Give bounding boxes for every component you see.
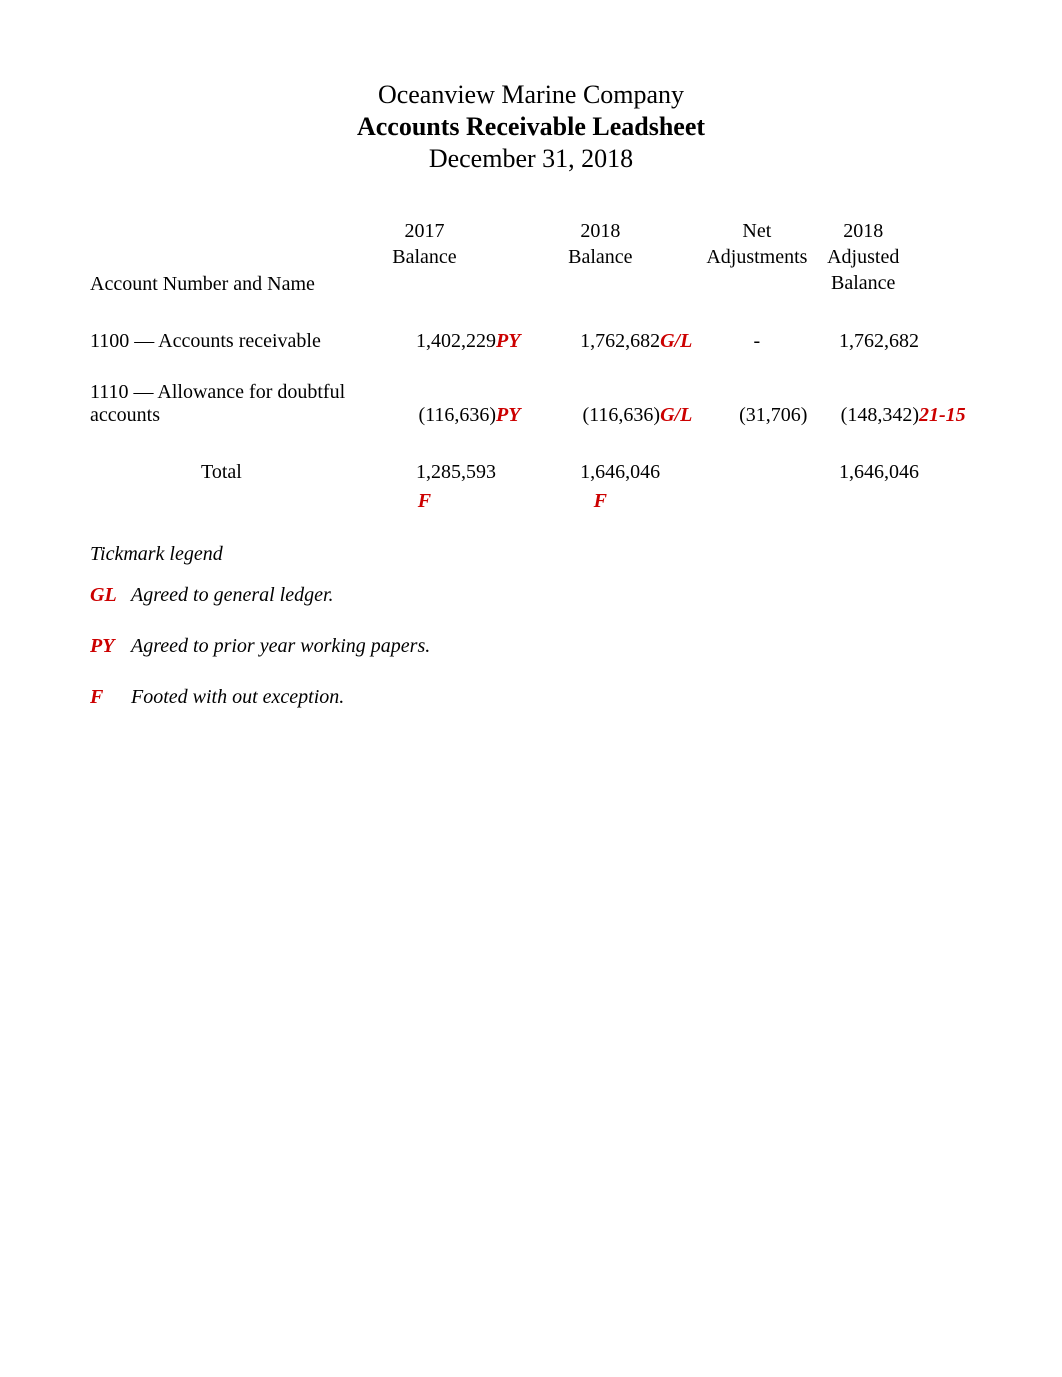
- legend-item: GL Agreed to general ledger.: [90, 584, 972, 607]
- account-name: 1100 — Accounts receivable: [90, 316, 353, 367]
- tickmark-py: PY: [496, 404, 520, 426]
- total-label: Total: [90, 441, 353, 490]
- col-header-account: Account Number and Name: [90, 214, 353, 316]
- foot-row: F F: [90, 490, 972, 513]
- col-header-adjusted-balance: 2018 Adjusted Balance: [807, 214, 919, 316]
- col-header-2018: 2018 Balance: [541, 214, 660, 316]
- legend-code-py: PY: [90, 635, 126, 658]
- tickmark-foot: F: [353, 490, 496, 513]
- adjusted-balance: 1,762,682: [807, 316, 919, 367]
- table-row: 1110 — Allowance for doubtful accounts (…: [90, 367, 972, 441]
- total-2017: 1,285,593: [353, 441, 496, 490]
- col-header-2017: 2017 Balance: [353, 214, 496, 316]
- legend-item: F Footed with out exception.: [90, 686, 972, 709]
- legend-text: Agreed to general ledger.: [131, 584, 334, 606]
- col-header-2017-year: 2017: [404, 218, 444, 244]
- col-header-adjbal-line1: 2018: [843, 218, 883, 244]
- legend-item: PY Agreed to prior year working papers.: [90, 635, 972, 658]
- legend-code-gl: GL: [90, 584, 126, 607]
- leadsheet-table: Account Number and Name 2017 Balance 201…: [90, 214, 972, 513]
- col-header-2017-label: Balance: [392, 244, 456, 270]
- report-title: Accounts Receivable Leadsheet: [90, 112, 972, 142]
- balance-2018: 1,762,682: [541, 316, 660, 367]
- legend-text: Agreed to prior year working papers.: [131, 635, 430, 657]
- company-name: Oceanview Marine Company: [90, 80, 972, 110]
- col-header-adj-line1: Net: [742, 218, 771, 244]
- balance-2017: (116,636): [353, 367, 496, 441]
- col-header-adjustments: Net Adjustments: [706, 214, 807, 316]
- tickmark-gl: G/L: [660, 330, 692, 352]
- net-adjustment: -: [706, 316, 807, 367]
- report-header: Oceanview Marine Company Accounts Receiv…: [90, 80, 972, 174]
- balance-2018: (116,636): [541, 367, 660, 441]
- col-header-adjbal-line3: Balance: [831, 270, 895, 296]
- column-header-row: Account Number and Name 2017 Balance 201…: [90, 214, 972, 316]
- tickmark-py: PY: [496, 330, 520, 352]
- legend-code-f: F: [90, 686, 126, 709]
- col-header-2018-label: Balance: [568, 244, 632, 270]
- legend-title: Tickmark legend: [90, 543, 972, 566]
- total-adjusted: 1,646,046: [807, 441, 919, 490]
- account-name: 1110 — Allowance for doubtful accounts: [90, 367, 353, 441]
- tickmark-gl: G/L: [660, 404, 692, 426]
- workpaper-ref: 21-15: [919, 404, 966, 426]
- col-header-2018-year: 2018: [580, 218, 620, 244]
- legend-text: Footed with out exception.: [131, 686, 344, 708]
- tickmark-legend: Tickmark legend GL Agreed to general led…: [90, 543, 972, 709]
- adjusted-balance: (148,342): [807, 367, 919, 441]
- table-row: 1100 — Accounts receivable 1,402,229 PY …: [90, 316, 972, 367]
- report-date: December 31, 2018: [90, 144, 972, 174]
- tickmark-foot: F: [541, 490, 660, 513]
- total-2018: 1,646,046: [541, 441, 660, 490]
- total-row: Total 1,285,593 1,646,046 1,646,046: [90, 441, 972, 490]
- net-adjustment: (31,706): [706, 367, 807, 441]
- col-header-adj-line2: Adjustments: [706, 244, 807, 270]
- balance-2017: 1,402,229: [353, 316, 496, 367]
- col-header-adjbal-line2: Adjusted: [827, 244, 899, 270]
